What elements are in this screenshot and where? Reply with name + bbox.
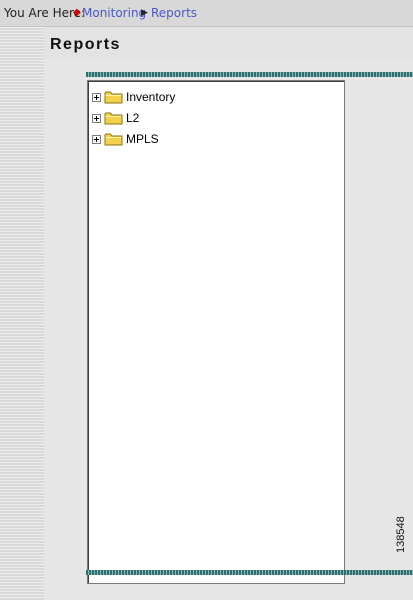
expand-plus-icon[interactable] [92,134,101,144]
tree-node-label: Inventory [126,90,176,104]
tree-node-l2[interactable]: L2 [92,110,139,126]
tree-node-inventory[interactable]: Inventory [92,89,175,105]
folder-icon [104,91,123,104]
folder-icon [104,133,123,146]
tree-node-label: MPLS [126,132,159,146]
expand-plus-icon[interactable] [92,92,101,102]
page-title: Reports [50,36,121,53]
left-sidebar-strip [0,27,44,600]
report-tree[interactable]: Inventory L2 MPLS [87,80,345,584]
figure-id: 138548 [395,516,407,553]
breadcrumb-bullet-icon: ◆ [73,7,81,18]
tree-node-mpls[interactable]: MPLS [92,131,159,147]
tree-node-label: L2 [126,111,140,125]
breadcrumb: You Are Here: ◆ Monitoring ▶ Reports [0,0,413,27]
breadcrumb-link-reports[interactable]: Reports [151,0,197,26]
breadcrumb-arrow-icon: ▶ [141,8,148,18]
panel-top-border [86,72,413,77]
folder-icon [104,112,123,125]
breadcrumb-link-monitoring[interactable]: Monitoring [82,0,146,26]
page-header: Reports [44,27,413,59]
expand-plus-icon[interactable] [92,113,101,123]
panel-bottom-border [86,570,413,575]
